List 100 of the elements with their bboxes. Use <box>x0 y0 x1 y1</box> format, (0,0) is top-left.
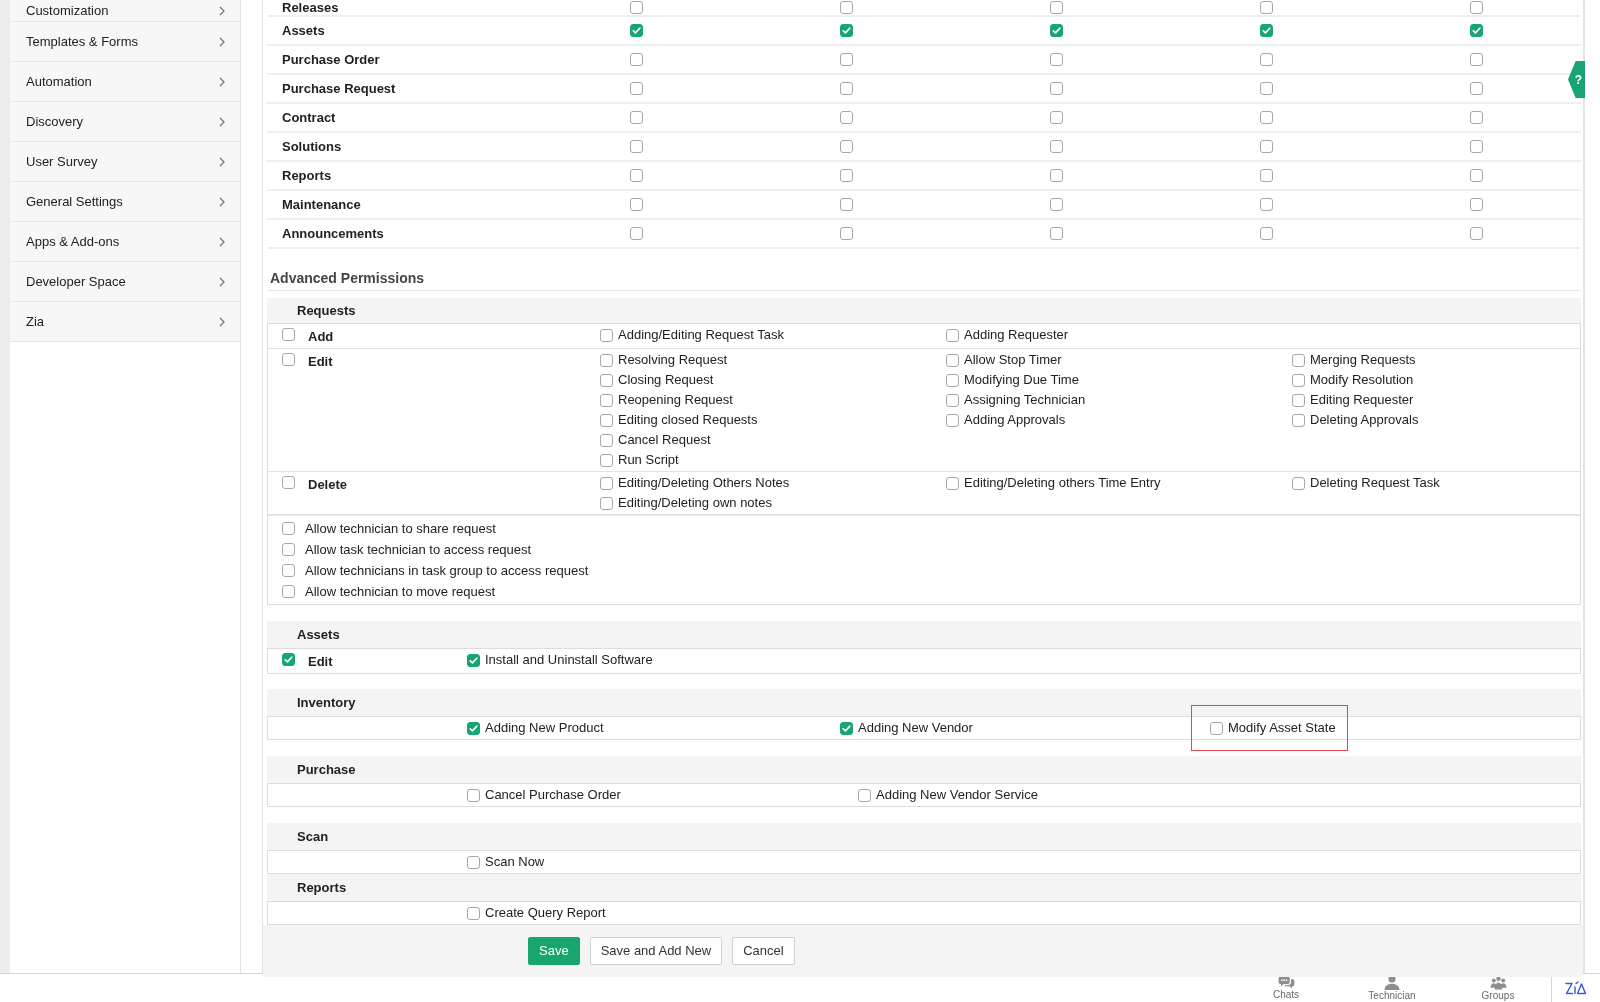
checkbox[interactable] <box>282 328 295 341</box>
sidebar-item[interactable]: General Settings <box>10 182 240 222</box>
checkbox[interactable] <box>1469 227 1483 240</box>
checkbox[interactable] <box>1259 53 1273 66</box>
technician-button[interactable]: Technician <box>1339 974 1445 1002</box>
checkbox[interactable] <box>1292 413 1305 427</box>
checkbox[interactable] <box>629 24 643 37</box>
checkbox[interactable] <box>1049 1 1063 14</box>
checkbox[interactable] <box>1469 111 1483 124</box>
checkbox[interactable] <box>629 111 643 124</box>
logo-icon[interactable] <box>1565 981 1587 995</box>
section-heading: Advanced Permissions <box>270 269 425 287</box>
checkbox[interactable] <box>467 788 480 802</box>
checkbox[interactable] <box>858 788 871 802</box>
row-label: Maintenance <box>282 197 361 212</box>
checkbox[interactable] <box>1469 24 1483 37</box>
sidebar-item[interactable]: Apps & Add-ons <box>10 222 240 262</box>
checkbox[interactable] <box>1049 82 1063 95</box>
checkbox[interactable] <box>839 198 853 211</box>
checkbox[interactable] <box>1259 82 1273 95</box>
sidebar-item[interactable]: Automation <box>10 62 240 102</box>
checkbox[interactable] <box>839 82 853 95</box>
checkbox[interactable] <box>1259 227 1273 240</box>
checkbox[interactable] <box>1469 140 1483 153</box>
checkbox[interactable] <box>1292 353 1305 367</box>
checkbox[interactable] <box>946 413 959 427</box>
checkbox[interactable] <box>1049 24 1063 37</box>
checkbox[interactable] <box>1469 169 1483 182</box>
sidebar-item[interactable]: Customization <box>10 0 240 22</box>
checkbox[interactable] <box>1469 198 1483 211</box>
checkbox[interactable] <box>1259 169 1273 182</box>
checkbox[interactable] <box>629 82 643 95</box>
checkbox[interactable] <box>1259 111 1273 124</box>
checkbox[interactable] <box>1469 82 1483 95</box>
checkbox[interactable] <box>1292 476 1305 490</box>
save-and-add-new-button[interactable]: Save and Add New <box>589 937 723 965</box>
checkbox[interactable] <box>839 140 853 153</box>
checkbox[interactable] <box>629 227 643 240</box>
sidebar-item[interactable]: Developer Space <box>10 262 240 302</box>
checkbox[interactable] <box>600 453 613 467</box>
checkbox[interactable] <box>629 198 643 211</box>
chevron-right-icon <box>219 276 225 287</box>
checkbox[interactable] <box>600 433 613 447</box>
checkbox[interactable] <box>946 476 959 490</box>
checkbox[interactable] <box>282 543 295 556</box>
checkbox[interactable] <box>1049 53 1063 66</box>
checkbox[interactable] <box>946 353 959 367</box>
checkbox[interactable] <box>1049 227 1063 240</box>
checkbox[interactable] <box>1259 24 1273 37</box>
checkbox[interactable] <box>1259 198 1273 211</box>
checkbox[interactable] <box>282 522 295 535</box>
sidebar-item[interactable]: User Survey <box>10 142 240 182</box>
checkbox[interactable] <box>946 373 959 387</box>
checkbox[interactable] <box>946 328 959 342</box>
checkbox[interactable] <box>282 564 295 577</box>
checkbox[interactable] <box>600 476 613 490</box>
checkbox[interactable] <box>839 227 853 240</box>
checkbox[interactable] <box>282 353 295 366</box>
checkbox[interactable] <box>629 1 643 14</box>
groups-button[interactable]: Groups <box>1445 974 1551 1002</box>
checkbox[interactable] <box>1049 111 1063 124</box>
checkbox[interactable] <box>629 140 643 153</box>
checkbox[interactable] <box>467 906 480 920</box>
checkbox[interactable] <box>1049 169 1063 182</box>
checkbox[interactable] <box>1292 373 1305 387</box>
sidebar-item[interactable]: Discovery <box>10 102 240 142</box>
chevron-right-icon <box>219 156 225 167</box>
checkbox[interactable] <box>282 653 295 666</box>
checkbox[interactable] <box>1210 721 1223 735</box>
checkbox[interactable] <box>839 169 853 182</box>
checkbox[interactable] <box>600 373 613 387</box>
cancel-button[interactable]: Cancel <box>732 937 795 965</box>
checkbox[interactable] <box>1292 393 1305 407</box>
chats-button[interactable]: Chats <box>1233 974 1339 1002</box>
checkbox[interactable] <box>467 653 480 667</box>
checkbox[interactable] <box>467 721 480 735</box>
checkbox[interactable] <box>467 855 480 869</box>
checkbox[interactable] <box>282 476 295 489</box>
checkbox[interactable] <box>1259 140 1273 153</box>
checkbox[interactable] <box>1049 140 1063 153</box>
checkbox[interactable] <box>282 585 295 598</box>
checkbox[interactable] <box>600 496 613 510</box>
checkbox[interactable] <box>600 353 613 367</box>
checkbox[interactable] <box>600 413 613 427</box>
sidebar-item[interactable]: Zia <box>10 302 240 342</box>
checkbox[interactable] <box>946 393 959 407</box>
sidebar-item[interactable]: Templates & Forms <box>10 22 240 62</box>
checkbox[interactable] <box>839 111 853 124</box>
checkbox[interactable] <box>629 169 643 182</box>
checkbox[interactable] <box>1469 53 1483 66</box>
checkbox[interactable] <box>629 53 643 66</box>
checkbox[interactable] <box>600 393 613 407</box>
checkbox[interactable] <box>839 53 853 66</box>
checkbox[interactable] <box>1049 198 1063 211</box>
checkbox[interactable] <box>1469 1 1483 14</box>
checkbox[interactable] <box>600 328 613 342</box>
checkbox[interactable] <box>1259 1 1273 14</box>
checkbox[interactable] <box>839 1 853 14</box>
checkbox[interactable] <box>839 24 853 37</box>
checkbox[interactable] <box>840 721 853 735</box>
